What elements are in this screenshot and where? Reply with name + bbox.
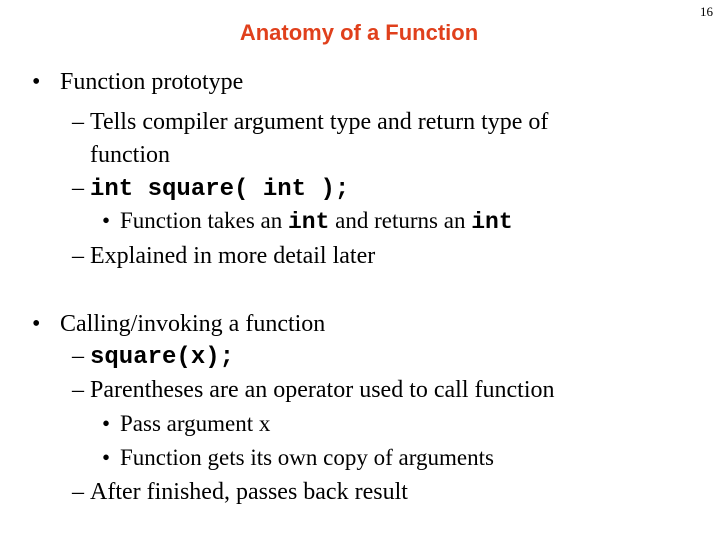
bullet-function-prototype: • Function prototype (32, 69, 244, 95)
dash-glyph: – (72, 109, 84, 135)
dash-glyph: – (72, 377, 84, 403)
subsubbullet-own-copy: • Function gets its own copy of arguments (102, 445, 494, 470)
code-int: int (471, 209, 513, 235)
dash-glyph: – (72, 479, 84, 505)
subbullet-tells-compiler-cont: function (90, 142, 170, 168)
bullet-glyph: • (102, 411, 111, 436)
bullet-glyph: • (32, 311, 41, 337)
subbullet-tells-compiler: – Tells compiler argument type and return… (72, 109, 549, 135)
subbullet-passes-back: – After finished, passes back result (72, 479, 408, 505)
page-number: 16 (700, 4, 713, 19)
bullet-glyph: • (32, 69, 41, 95)
subbullet-explained-later: – Explained in more detail later (72, 243, 376, 269)
subbullet-parentheses: – Parentheses are an operator used to cal… (72, 377, 555, 403)
subbullet-call-code: – square(x); (72, 342, 234, 372)
subbullet-prototype-code: – int square( int ); (72, 174, 349, 204)
bullet-calling-function: • Calling/invoking a function (32, 311, 326, 337)
subsubbullet-takes-int: • Function takes an int and returns an in… (102, 208, 513, 235)
dash-glyph: – (72, 243, 84, 269)
bullet-glyph: • (102, 208, 111, 233)
dash-glyph: – (72, 175, 84, 201)
code-int: int (288, 209, 330, 235)
subsubbullet-pass-argument: • Pass argument x (102, 411, 271, 436)
code-call: square(x); (90, 344, 235, 371)
code-prototype: int square( int ); (90, 176, 350, 203)
dash-glyph: – (72, 343, 84, 369)
bullet-glyph: • (102, 445, 111, 470)
slide-title: Anatomy of a Function (239, 20, 479, 45)
